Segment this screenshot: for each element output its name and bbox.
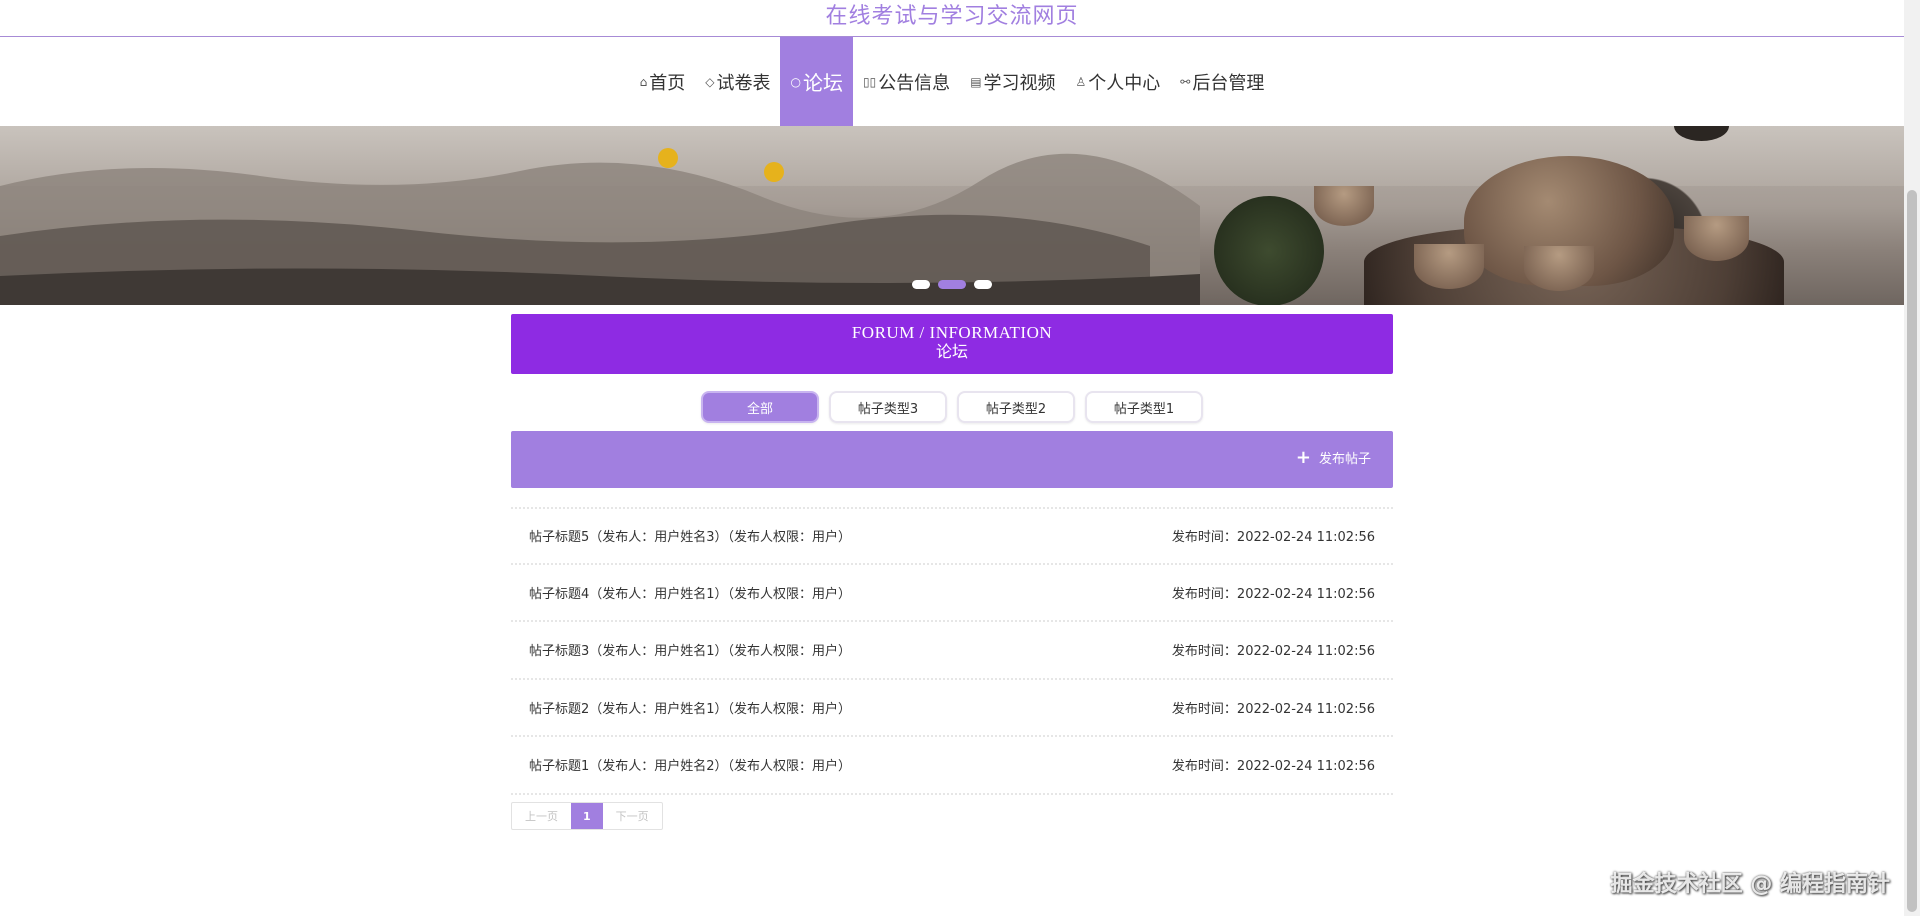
post-list: 帖子标题5（发布人：用户姓名3）（发布人权限：用户） 发布时间：2022-02-… bbox=[511, 507, 1393, 795]
post-row[interactable]: 帖子标题4（发布人：用户姓名1）（发布人权限：用户） 发布时间：2022-02-… bbox=[511, 565, 1393, 622]
link-icon: ⚯ bbox=[1180, 74, 1191, 89]
post-time: 发布时间：2022-02-24 11:02:56 bbox=[1171, 759, 1375, 775]
post-title[interactable]: 帖子标题1（发布人：用户姓名2）（发布人权限：用户） bbox=[529, 755, 851, 774]
tag-icon: ◇ bbox=[705, 74, 715, 89]
site-header: 在线考试与学习交流网页 bbox=[0, 0, 1904, 37]
nav-item-label: 公告信息 bbox=[878, 72, 951, 94]
tab-type3[interactable]: 帖子类型3 bbox=[829, 391, 947, 423]
nav-item-label: 学习视频 bbox=[983, 72, 1056, 94]
nav-item-announcements[interactable]: ▯▯ 公告信息 bbox=[853, 37, 960, 126]
site-title: 在线考试与学习交流网页 bbox=[825, 4, 1079, 29]
scrollbar-thumb[interactable] bbox=[1907, 190, 1917, 912]
next-page-button[interactable]: 下一页 bbox=[603, 803, 662, 829]
action-bar: + 发布帖子 bbox=[511, 431, 1393, 488]
post-title[interactable]: 帖子标题5（发布人：用户姓名3）（发布人权限：用户） bbox=[529, 526, 851, 545]
section-heading: FORUM / INFORMATION 论坛 bbox=[511, 314, 1393, 374]
post-row[interactable]: 帖子标题2（发布人：用户姓名1）（发布人权限：用户） 发布时间：2022-02-… bbox=[511, 680, 1393, 737]
post-time: 发布时间：2022-02-24 11:02:56 bbox=[1171, 530, 1375, 546]
nav-item-exam-papers[interactable]: ◇ 试卷表 bbox=[695, 37, 780, 126]
nav-item-label: 试卷表 bbox=[716, 72, 771, 94]
publish-post-button[interactable]: + 发布帖子 bbox=[1296, 448, 1371, 467]
post-row[interactable]: 帖子标题3（发布人：用户姓名1）（发布人权限：用户） 发布时间：2022-02-… bbox=[511, 622, 1393, 680]
hero-banner bbox=[0, 126, 1904, 305]
prev-page-button[interactable]: 上一页 bbox=[512, 803, 571, 829]
tab-all[interactable]: 全部 bbox=[701, 391, 819, 423]
post-title[interactable]: 帖子标题4（发布人：用户姓名1）（发布人权限：用户） bbox=[529, 583, 851, 602]
banner-sun-dot bbox=[764, 162, 784, 182]
page-number-current[interactable]: 1 bbox=[571, 803, 603, 829]
nav-item-videos[interactable]: ▤ 学习视频 bbox=[960, 37, 1065, 126]
banner-sun-dot bbox=[658, 148, 678, 168]
page-scrollbar[interactable] bbox=[1904, 0, 1920, 916]
carousel-dot-active[interactable] bbox=[938, 280, 966, 289]
banner-cup bbox=[1314, 186, 1374, 226]
main-nav: ⌂ 首页 ◇ 试卷表 ○ 论坛 ▯▯ 公告信息 ▤ 学习视频 ♙ 个人中心 ⚯ … bbox=[0, 37, 1904, 126]
nav-item-home[interactable]: ⌂ 首页 bbox=[630, 37, 696, 126]
category-tabs: 全部 帖子类型3 帖子类型2 帖子类型1 bbox=[0, 391, 1904, 423]
nav-item-label: 后台管理 bbox=[1192, 72, 1265, 94]
nav-item-forum[interactable]: ○ 论坛 bbox=[780, 37, 853, 126]
carousel-dot[interactable] bbox=[974, 280, 992, 289]
pagination: 上一页 1 下一页 bbox=[511, 802, 663, 830]
post-row[interactable]: 帖子标题5（发布人：用户姓名3）（发布人权限：用户） 发布时间：2022-02-… bbox=[511, 507, 1393, 565]
section-title-cn: 论坛 bbox=[935, 342, 968, 361]
user-icon: ♙ bbox=[1075, 74, 1087, 89]
post-time: 发布时间：2022-02-24 11:02:56 bbox=[1171, 586, 1375, 602]
post-time: 发布时间：2022-02-24 11:02:56 bbox=[1171, 701, 1375, 717]
chat-icon: ○ bbox=[790, 74, 801, 89]
notice-icon: ▯▯ bbox=[862, 74, 877, 89]
section-title-en: FORUM / INFORMATION bbox=[851, 323, 1053, 342]
post-time: 发布时间：2022-02-24 11:02:56 bbox=[1171, 644, 1375, 660]
nav-item-profile[interactable]: ♙ 个人中心 bbox=[1066, 37, 1171, 126]
banner-cup bbox=[1684, 216, 1749, 261]
nav-item-label: 个人中心 bbox=[1088, 72, 1161, 94]
watermark: 掘金技术社区 @ 编程指南针 bbox=[1610, 872, 1890, 897]
carousel-indicators bbox=[0, 280, 1904, 289]
carousel-dot[interactable] bbox=[912, 280, 930, 289]
tab-type2[interactable]: 帖子类型2 bbox=[957, 391, 1075, 423]
tab-type1[interactable]: 帖子类型1 bbox=[1085, 391, 1203, 423]
post-row[interactable]: 帖子标题1（发布人：用户姓名2）（发布人权限：用户） 发布时间：2022-02-… bbox=[511, 737, 1393, 795]
plus-icon: + bbox=[1295, 446, 1311, 468]
nav-item-label: 论坛 bbox=[802, 71, 843, 95]
nav-item-admin[interactable]: ⚯ 后台管理 bbox=[1170, 37, 1274, 126]
video-icon: ▤ bbox=[970, 74, 982, 89]
nav-item-label: 首页 bbox=[649, 72, 686, 94]
publish-post-label: 发布帖子 bbox=[1318, 452, 1371, 467]
post-title[interactable]: 帖子标题3（发布人：用户姓名1）（发布人权限：用户） bbox=[529, 640, 851, 659]
home-icon: ⌂ bbox=[639, 74, 648, 89]
post-title[interactable]: 帖子标题2（发布人：用户姓名1）（发布人权限：用户） bbox=[529, 698, 851, 717]
